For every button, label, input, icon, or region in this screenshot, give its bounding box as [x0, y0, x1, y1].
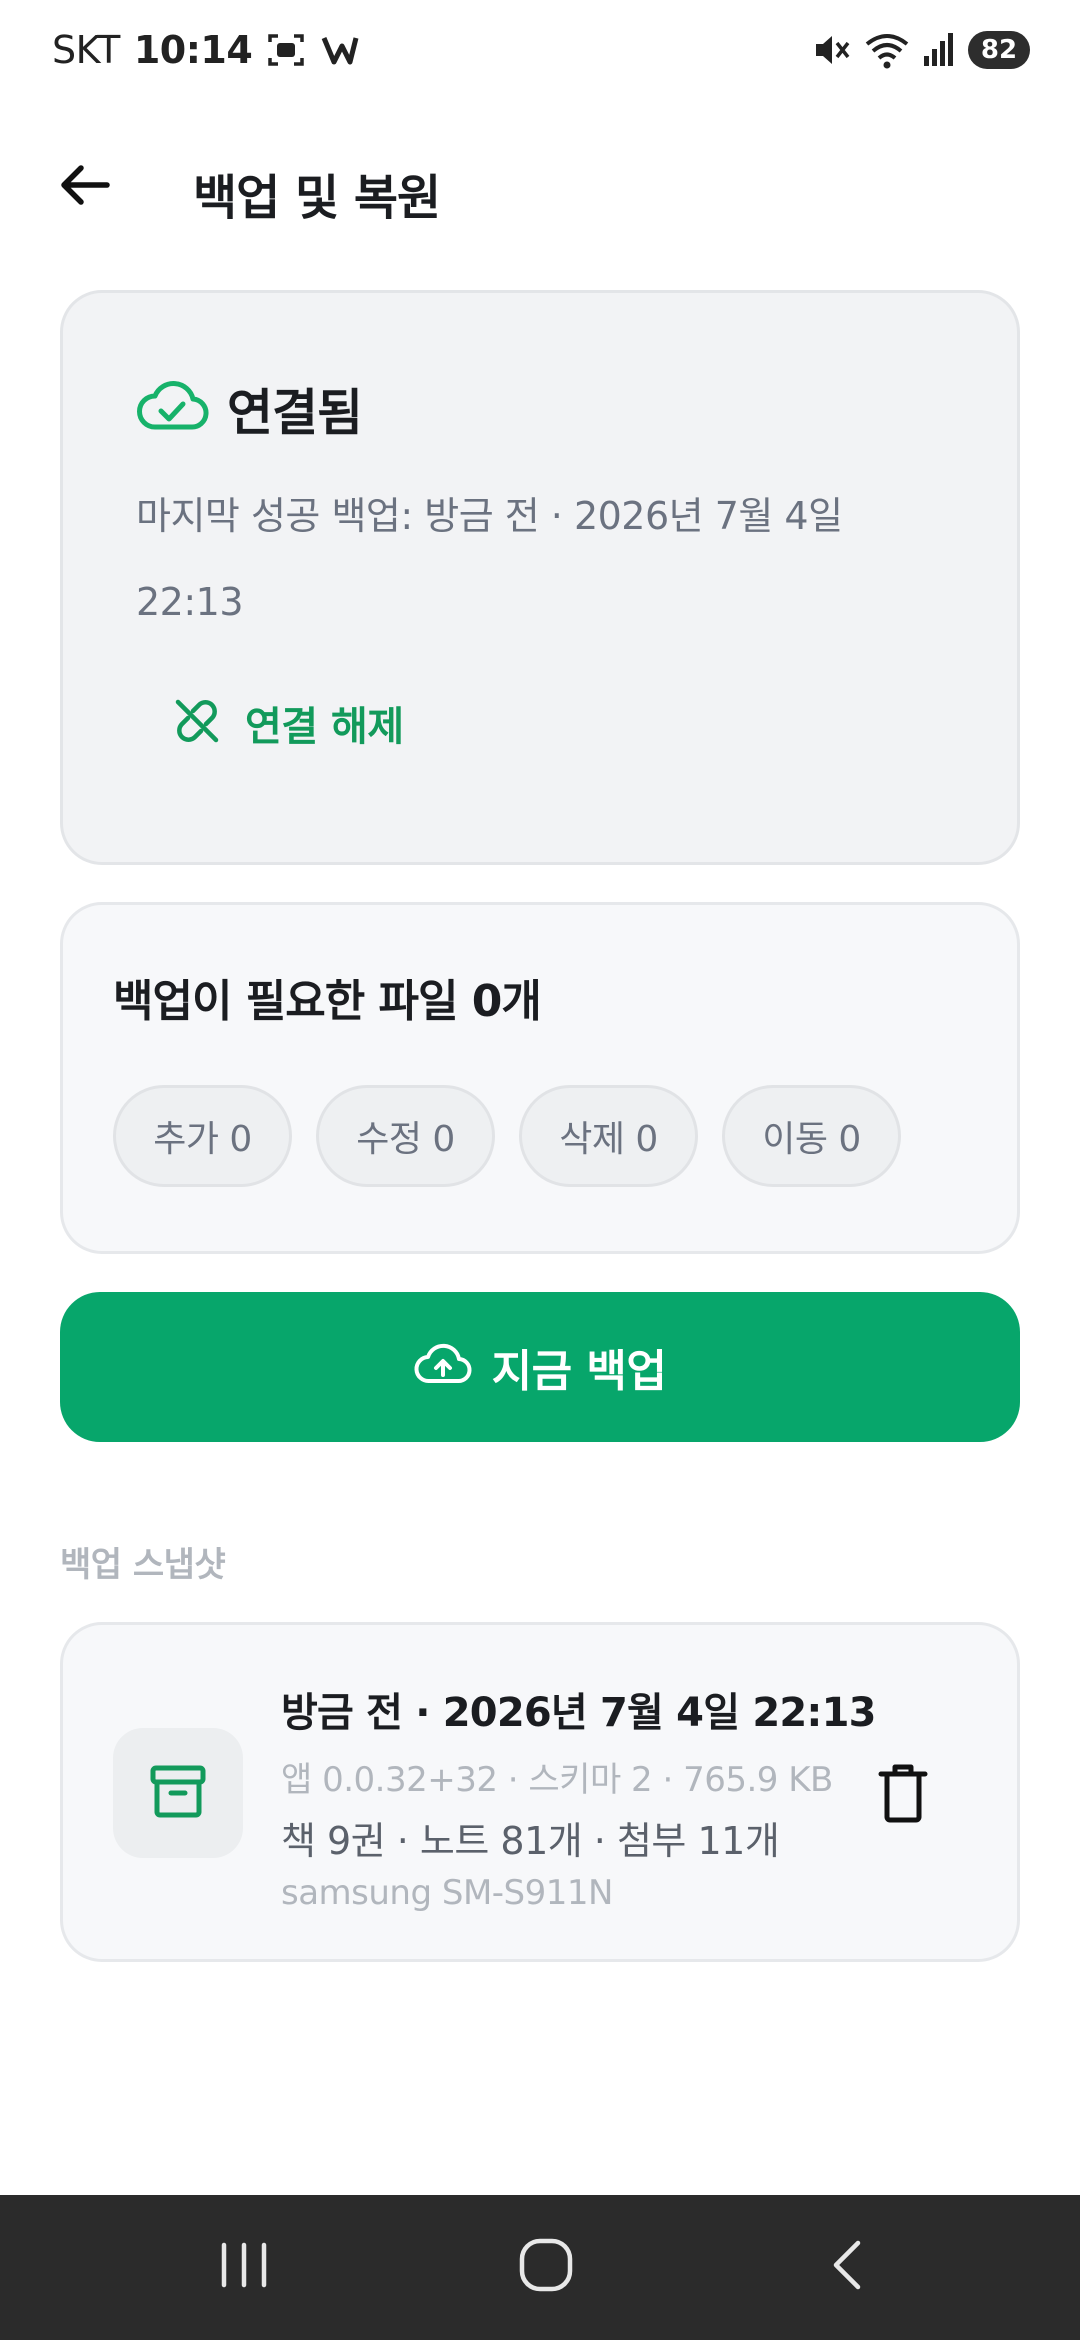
- disconnect-label: 연결 해제: [245, 704, 404, 750]
- connection-status-label: 연결됨: [227, 384, 363, 442]
- backup-now-button[interactable]: 지금 백업: [60, 1292, 1020, 1442]
- archive-icon: [147, 1760, 209, 1826]
- snapshot-meta: 앱 0.0.32+32 · 스키마 2 · 765.9 KB: [281, 1760, 833, 1800]
- recents-icon: [216, 2237, 272, 2297]
- chip-moved: 이동 0: [722, 1085, 901, 1187]
- snapshot-device: samsung SM-S911N: [281, 1873, 613, 1913]
- arrow-left-icon: [55, 155, 115, 219]
- status-right: 82: [812, 30, 1030, 70]
- pending-files-title: 백업이 필요한 파일 0개: [113, 976, 542, 1027]
- backup-now-label: 지금 백업: [491, 1346, 667, 1397]
- page-title: 백업 및 복원: [193, 170, 441, 226]
- back-button[interactable]: [50, 152, 120, 222]
- snapshot-item[interactable]: 방금 전 · 2026년 7월 4일 22:13 앱 0.0.32+32 · 스…: [60, 1622, 1020, 1962]
- signal-icon: [922, 30, 956, 70]
- cloud-upload-icon: [414, 1343, 472, 1391]
- back-icon: [820, 2237, 876, 2297]
- status-left: SKT 10:14: [52, 28, 360, 72]
- app-notification-icon: [320, 30, 360, 70]
- link-off-icon: [171, 695, 223, 751]
- connection-card: 연결됨 마지막 성공 백업: 방금 전 · 2026년 7월 4일 22:13 …: [60, 290, 1020, 865]
- home-icon: [516, 2235, 576, 2299]
- mute-icon: [812, 30, 852, 70]
- disconnect-button[interactable]: 연결 해제: [171, 688, 404, 758]
- delete-snapshot-button[interactable]: [863, 1755, 943, 1835]
- connection-status: 연결됨: [135, 373, 363, 445]
- app-bar: 백업 및 복원: [0, 120, 1080, 250]
- snapshot-thumbnail: [113, 1728, 243, 1858]
- cloud-check-icon: [135, 379, 209, 439]
- last-backup-text: 마지막 성공 백업: 방금 전 · 2026년 7월 4일 22:13: [136, 494, 843, 624]
- system-back-button[interactable]: [793, 2217, 903, 2317]
- snapshot-counts: 책 9권 · 노트 81개 · 첨부 11개: [281, 1819, 780, 1863]
- pending-files-card: 백업이 필요한 파일 0개 추가 0 수정 0 삭제 0 이동 0: [60, 902, 1020, 1254]
- trash-icon: [875, 1762, 931, 1828]
- recents-button[interactable]: [189, 2217, 299, 2317]
- chip-added: 추가 0: [113, 1085, 292, 1187]
- navigation-bar: [0, 2195, 1080, 2340]
- screen: SKT 10:14 82 백업 및 복원 연결됨 마지막 성공 백업: 방금 전…: [0, 0, 1080, 2340]
- change-chips: 추가 0 수정 0 삭제 0 이동 0: [113, 1085, 901, 1187]
- home-button[interactable]: [491, 2217, 601, 2317]
- battery-indicator: 82: [968, 31, 1030, 69]
- clock: 10:14: [133, 28, 253, 72]
- wifi-icon: [864, 30, 910, 70]
- chip-deleted: 삭제 0: [519, 1085, 698, 1187]
- snapshot-title: 방금 전 · 2026년 7월 4일 22:13: [281, 1690, 876, 1736]
- chip-modified: 수정 0: [316, 1085, 495, 1187]
- carrier-label: SKT: [52, 28, 120, 72]
- status-bar: SKT 10:14 82: [0, 0, 1080, 100]
- screenshot-icon: [266, 30, 306, 70]
- snapshots-section-title: 백업 스냅샷: [60, 1545, 226, 1585]
